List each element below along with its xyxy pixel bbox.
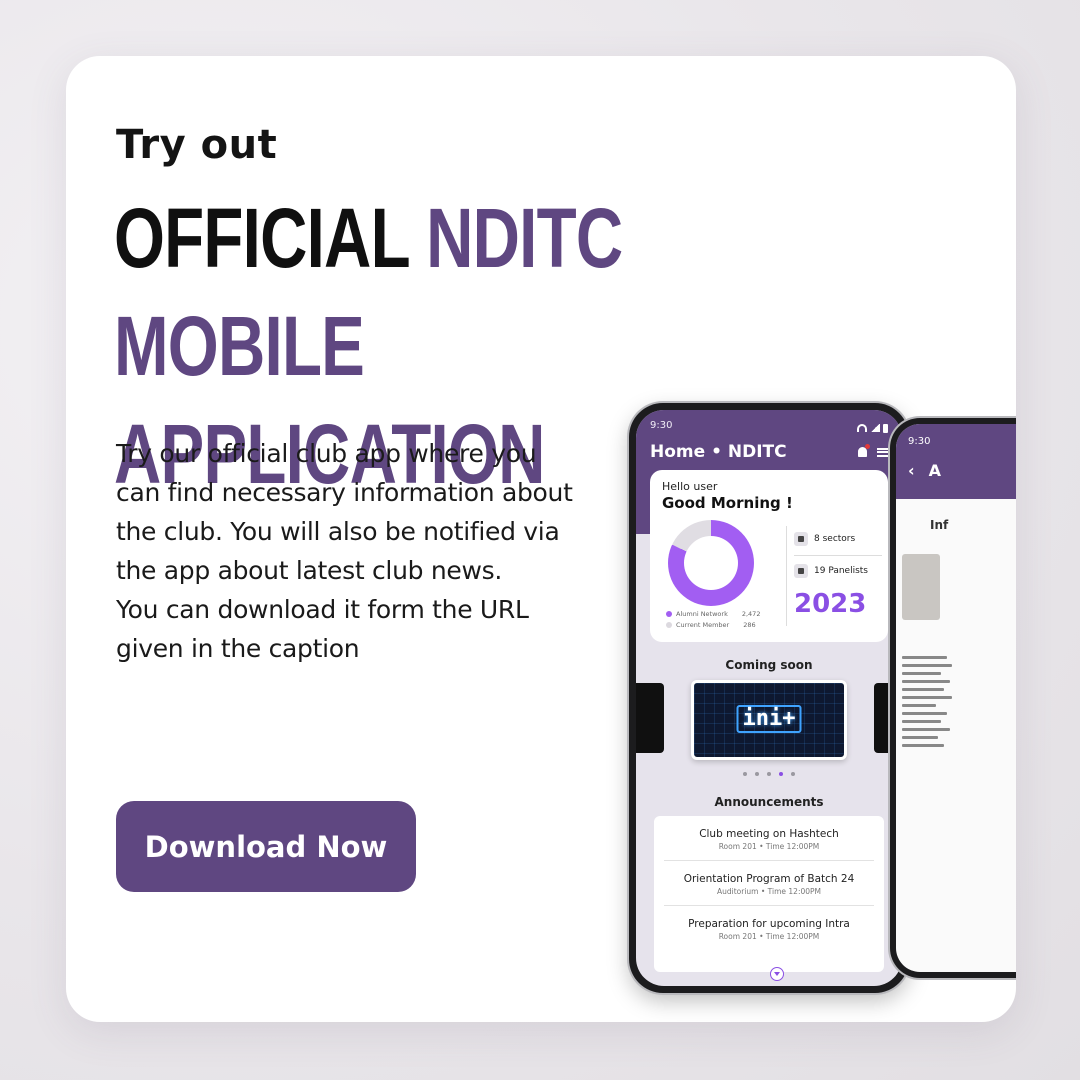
announcement-item[interactable]: Club meeting on Hashtech Room 201 • Time…: [664, 816, 874, 861]
legend-label-current: Current Member: [676, 621, 730, 629]
coming-soon-title: Coming soon: [725, 658, 813, 672]
signal-icon: [870, 424, 880, 432]
announcement-title: Orientation Program of Batch 24: [683, 873, 855, 885]
carousel-dot[interactable]: [767, 772, 771, 776]
divider: [786, 526, 787, 626]
download-now-button[interactable]: Download Now: [116, 801, 416, 892]
status-bar: 9:30: [650, 420, 888, 436]
phone-screen: 9:30 Home • NDITC Hello user Good Mornin…: [636, 410, 902, 986]
notification-bell-icon[interactable]: [858, 444, 870, 457]
stat-sectors-label: 8 sectors: [814, 534, 856, 544]
members-donut-chart: [668, 520, 754, 606]
legend-label-alumni: Alumni Network: [676, 610, 728, 618]
carousel-dot[interactable]: [791, 772, 795, 776]
announcements-title: Announcements: [714, 795, 824, 809]
stat-sectors: 8 sectors: [794, 532, 855, 546]
description-paragraph-2: You can download it form the URL given i…: [116, 595, 529, 663]
app-title: Home • NDITC: [650, 442, 787, 462]
menu-icon[interactable]: [877, 447, 888, 457]
announcement-item[interactable]: Orientation Program of Batch 24 Auditori…: [664, 861, 874, 906]
carousel-dot-active[interactable]: [779, 772, 783, 776]
description-paragraph-1: Try our official club app where you can …: [116, 439, 573, 585]
status-icons: [857, 420, 888, 436]
carousel-dot[interactable]: [755, 772, 759, 776]
carousel-dot[interactable]: [743, 772, 747, 776]
legend-value-alumni: 2,472: [741, 610, 761, 618]
carousel-next-thumb[interactable]: [874, 683, 902, 753]
panelists-icon: [794, 564, 808, 578]
announcement-subtitle: Auditorium • Time 12:00PM: [716, 887, 822, 896]
legend-dot-current: [666, 622, 672, 628]
divider: [794, 555, 882, 556]
chart-legend: Alumni Network 2,472 Current Member 286: [666, 610, 760, 632]
legend-dot-alumni: [666, 611, 672, 617]
carousel-banner-card[interactable]: ini+: [691, 680, 847, 760]
banner-logo-text: ini+: [736, 705, 802, 733]
wifi-icon: [857, 424, 867, 432]
battery-icon: [883, 423, 888, 433]
hello-text: Hello user: [662, 480, 718, 493]
description: Try our official club app where you can …: [116, 434, 586, 668]
carousel-dots[interactable]: [636, 772, 902, 776]
scroll-down-icon[interactable]: [770, 967, 784, 981]
greeting-text: Good Morning !: [662, 494, 793, 512]
carousel-prev-thumb[interactable]: [636, 683, 664, 753]
announcement-subtitle: Room 201 • Time 12:00PM: [718, 932, 820, 941]
announcement-title: Club meeting on Hashtech: [699, 828, 839, 840]
announcements-list: Club meeting on Hashtech Room 201 • Time…: [654, 816, 884, 972]
year-label: 2023: [794, 589, 867, 619]
announcement-subtitle: Room 201 • Time 12:00PM: [718, 842, 820, 851]
announcement-item[interactable]: Preparation for upcoming Intra Room 201 …: [664, 906, 874, 950]
promo-card: Try out OFFICIAL NDITC MOBILE APPLICATIO…: [66, 56, 1016, 1022]
announcement-title: Preparation for upcoming Intra: [688, 918, 850, 930]
stats-card: Hello user Good Morning ! Alumni Network…: [650, 470, 888, 642]
phone-mockup-home: 9:30 Home • NDITC Hello user Good Mornin…: [629, 403, 909, 993]
headline-official: OFFICIAL: [114, 191, 409, 285]
stat-panelists-label: 19 Panelists: [814, 566, 868, 576]
sectors-icon: [794, 532, 808, 546]
legend-value-current: 286: [743, 621, 756, 629]
status-time: 9:30: [650, 420, 673, 431]
stat-panelists: 19 Panelists: [794, 564, 868, 578]
try-out-heading: Try out: [116, 122, 278, 168]
